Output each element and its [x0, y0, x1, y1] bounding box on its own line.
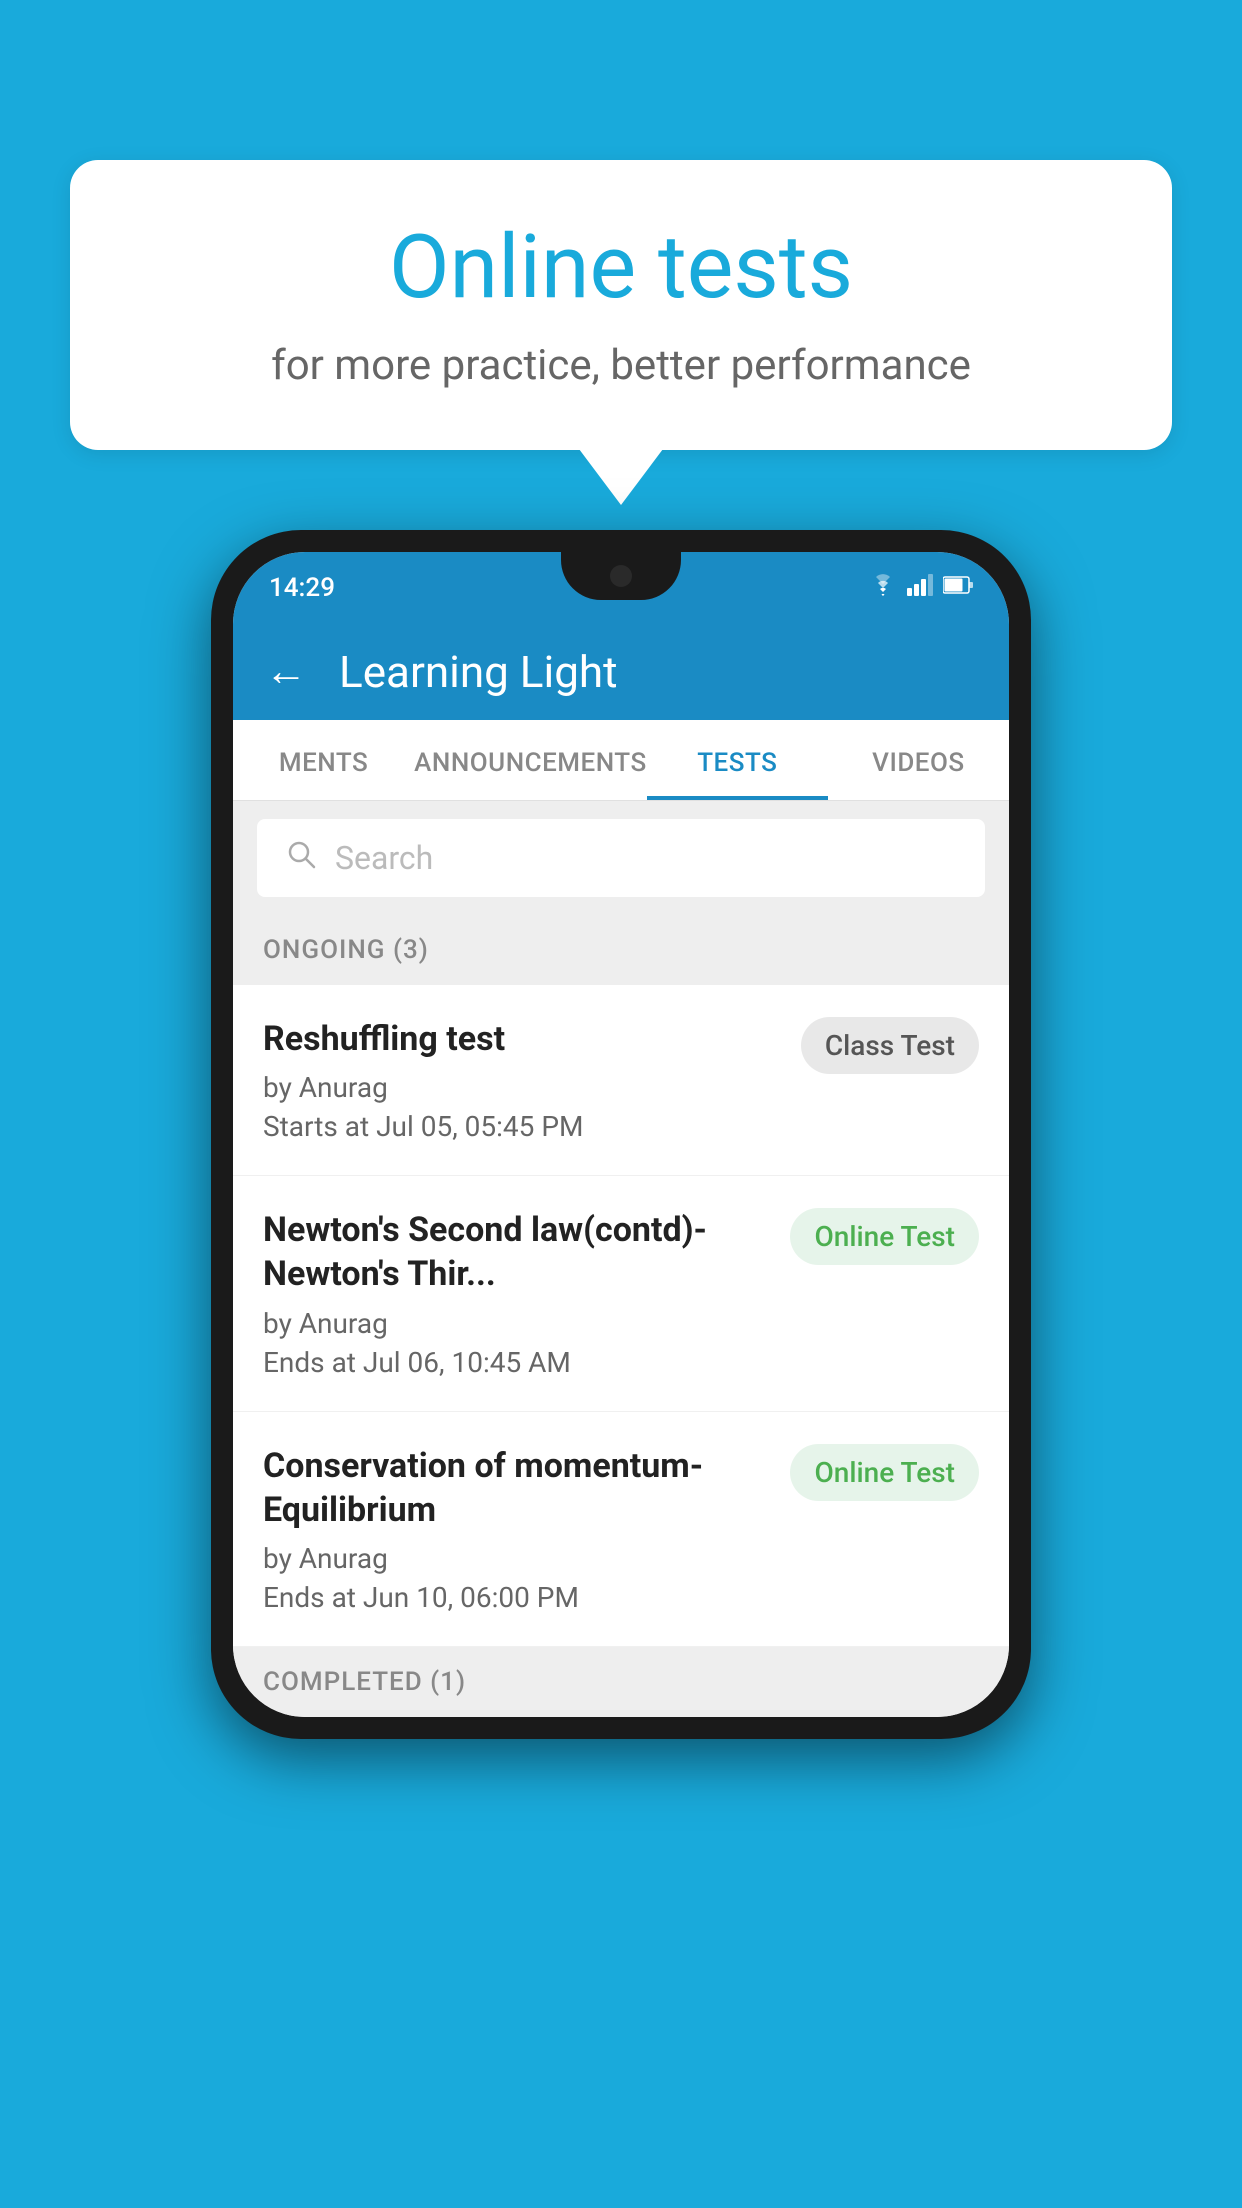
search-icon: [285, 837, 317, 879]
test-info: Newton's Second law(contd)-Newton's Thir…: [263, 1208, 790, 1378]
search-container: Search: [233, 801, 1009, 915]
test-name: Reshuffling test: [263, 1017, 781, 1061]
test-item[interactable]: Conservation of momentum-Equilibrium by …: [233, 1412, 1009, 1647]
test-name: Conservation of momentum-Equilibrium: [263, 1444, 770, 1532]
tab-announcements[interactable]: ANNOUNCEMENTS: [414, 720, 647, 800]
wifi-icon: [869, 574, 897, 602]
speech-bubble: Online tests for more practice, better p…: [70, 160, 1172, 450]
tab-videos[interactable]: VIDEOS: [828, 720, 1009, 800]
completed-section-header: COMPLETED (1): [233, 1647, 1009, 1717]
camera: [610, 565, 632, 587]
bubble-title: Online tests: [150, 220, 1092, 317]
back-button[interactable]: ←: [265, 651, 307, 693]
app-bar: ← Learning Light: [233, 624, 1009, 720]
phone-wrapper: 14:29: [211, 530, 1031, 1739]
test-time: Starts at Jul 05, 05:45 PM: [263, 1110, 781, 1143]
test-info: Conservation of momentum-Equilibrium by …: [263, 1444, 790, 1614]
status-bar: 14:29: [233, 552, 1009, 624]
battery-icon: [943, 574, 973, 602]
test-badge: Class Test: [801, 1017, 979, 1074]
speech-bubble-container: Online tests for more practice, better p…: [70, 160, 1172, 450]
tab-tests[interactable]: TESTS: [647, 720, 828, 800]
search-box[interactable]: Search: [257, 819, 985, 897]
status-icons: [869, 574, 973, 602]
test-time: Ends at Jun 10, 06:00 PM: [263, 1581, 770, 1614]
status-time: 14:29: [269, 573, 335, 603]
search-placeholder: Search: [335, 839, 433, 877]
phone-outer: 14:29: [211, 530, 1031, 1739]
completed-label: COMPLETED (1): [263, 1667, 466, 1697]
tests-list: Reshuffling test by Anurag Starts at Jul…: [233, 985, 1009, 1647]
signal-icon: [907, 574, 933, 602]
tabs-bar: MENTS ANNOUNCEMENTS TESTS VIDEOS: [233, 720, 1009, 801]
test-info: Reshuffling test by Anurag Starts at Jul…: [263, 1017, 801, 1143]
ongoing-label: ONGOING (3): [263, 935, 429, 965]
app-title: Learning Light: [339, 646, 618, 698]
test-by: by Anurag: [263, 1542, 770, 1575]
test-name: Newton's Second law(contd)-Newton's Thir…: [263, 1208, 770, 1296]
ongoing-section-header: ONGOING (3): [233, 915, 1009, 985]
test-item[interactable]: Newton's Second law(contd)-Newton's Thir…: [233, 1176, 1009, 1411]
test-item[interactable]: Reshuffling test by Anurag Starts at Jul…: [233, 985, 1009, 1176]
test-by: by Anurag: [263, 1071, 781, 1104]
test-time: Ends at Jul 06, 10:45 AM: [263, 1346, 770, 1379]
test-badge: Online Test: [790, 1208, 979, 1265]
bubble-subtitle: for more practice, better performance: [150, 341, 1092, 390]
tab-ments[interactable]: MENTS: [233, 720, 414, 800]
phone-screen: 14:29: [233, 552, 1009, 1717]
test-badge: Online Test: [790, 1444, 979, 1501]
test-by: by Anurag: [263, 1307, 770, 1340]
notch: [561, 552, 681, 600]
